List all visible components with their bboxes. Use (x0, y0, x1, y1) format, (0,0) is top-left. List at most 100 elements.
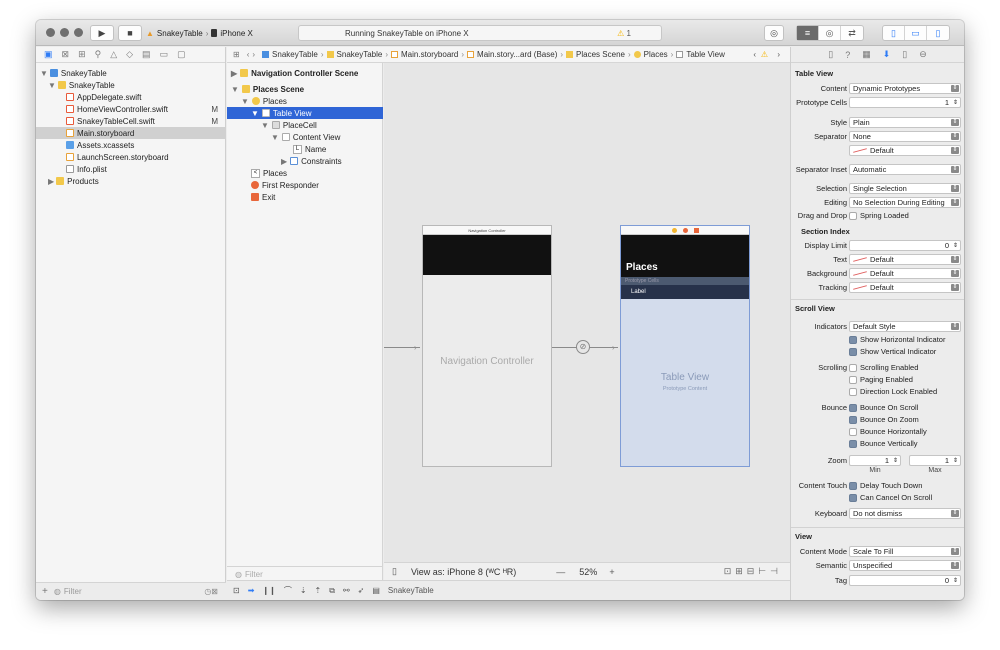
segue-icon[interactable]: ⊘ (576, 340, 590, 354)
location-icon[interactable]: ➶ (358, 586, 365, 595)
breakpoints-icon[interactable]: ➡ (248, 586, 255, 595)
scrolling-enabled-checkbox[interactable]: Scrolling Enabled (849, 362, 918, 373)
warning-icon[interactable]: △ (110, 49, 117, 60)
layout-icons[interactable]: ⊡⊞⊟⊢⊣ (724, 566, 782, 577)
breadcrumb-item[interactable]: Main.story...ard (Base) (477, 50, 557, 59)
panel-toggle-control[interactable]: ▯ ▭ ▯ (882, 25, 950, 41)
bounce-on-zoom-checkbox[interactable]: Bounce On Zoom (849, 414, 919, 425)
list-item[interactable]: ▼ SnakeyTable (36, 67, 226, 79)
editing-popup[interactable]: No Selection During Editing ⇕ (849, 197, 961, 208)
content-mode-popup[interactable]: Scale To Fill ⇕ (849, 546, 961, 557)
recent-files-icon[interactable]: ◷⊠ (204, 587, 218, 596)
warning-icon[interactable]: ⚠ (761, 50, 768, 59)
list-item[interactable]: Info.plist (36, 163, 226, 175)
debug-area-toggle-icon[interactable]: ⊡ (233, 586, 240, 595)
navigation-controller-scene[interactable]: Navigation Controller Navigation Control… (422, 225, 552, 467)
direction-lock-checkbox[interactable]: Direction Lock Enabled (849, 386, 937, 397)
add-icon[interactable]: + (42, 586, 48, 597)
delay-touch-checkbox[interactable]: Delay Touch Down (849, 480, 922, 491)
memory-graph-icon[interactable]: ⚯ (343, 586, 350, 595)
step-into-icon[interactable]: ⇣ (300, 586, 307, 595)
outline-item[interactable]: ▼ Places (227, 95, 383, 107)
step-over-icon[interactable]: ⌒ (284, 585, 292, 596)
zoom-in-button[interactable]: + (609, 567, 614, 577)
forward-icon[interactable]: › (777, 50, 780, 59)
breakpoint-icon[interactable]: ▭ (160, 49, 169, 60)
indicators-popup[interactable]: Default Style ⇕ (849, 321, 961, 332)
navigator-toggle-icon[interactable]: ▯ (883, 26, 905, 40)
view-as-button[interactable]: View as: iPhone 8 (ᵂC ᴴR) (411, 567, 516, 577)
list-item[interactable]: LaunchScreen.storyboard (36, 151, 226, 163)
pause-icon[interactable]: ❙❙ (262, 586, 275, 595)
list-item[interactable]: ▶ Products (36, 175, 226, 187)
selection-popup[interactable]: Single Selection ⇕ (849, 183, 961, 194)
test-icon[interactable]: ◇ (126, 49, 133, 60)
paging-enabled-checkbox[interactable]: Paging Enabled (849, 374, 913, 385)
editor-mode-control[interactable]: ≡ ◎ ⇄ (796, 25, 864, 41)
folder-icon[interactable]: ▣ (44, 49, 53, 60)
help-icon[interactable]: ? (845, 50, 850, 60)
show-vertical-checkbox[interactable]: Show Vertical Indicator (849, 346, 936, 357)
connections-inspector-icon[interactable]: ⊖ (919, 49, 927, 60)
list-item-selected[interactable]: Main.storyboard (36, 127, 226, 139)
breadcrumb-item[interactable]: Places Scene (576, 50, 625, 59)
separator-inset-popup[interactable]: Automatic ⇕ (849, 164, 961, 175)
style-popup[interactable]: Plain ⇕ (849, 117, 961, 128)
first-responder-icon[interactable] (682, 227, 688, 233)
cancel-on-scroll-checkbox[interactable]: Can Cancel On Scroll (849, 492, 932, 503)
list-item[interactable]: Assets.xcassets (36, 139, 226, 151)
related-items-icon[interactable]: ⊞ (233, 50, 240, 59)
outline-item[interactable]: ▼ Content View (227, 131, 383, 143)
prototype-cell[interactable]: Label (621, 285, 749, 299)
library-button[interactable]: ◎ (764, 25, 784, 41)
show-horizontal-checkbox[interactable]: Show Horizontal Indicator (849, 334, 945, 345)
run-button[interactable]: ▶ (90, 25, 114, 41)
zoom-min-stepper[interactable]: 1 ⇕ (849, 455, 901, 466)
bounce-horizontally-checkbox[interactable]: Bounce Horizontally (849, 426, 927, 437)
debug-icon[interactable]: ▤ (142, 49, 151, 60)
breadcrumb-item[interactable]: Main.storyboard (401, 50, 458, 59)
attributes-inspector-icon[interactable]: ⬇ (883, 49, 891, 60)
outline-item-selected[interactable]: ▼ Table View (227, 107, 383, 119)
debug-area-toggle-icon[interactable]: ▭ (905, 26, 927, 40)
tag-stepper[interactable]: 0 ⇕ (849, 575, 961, 586)
view-debugger-icon[interactable]: ⧉ (329, 586, 335, 596)
source-control-icon[interactable]: ⊠ (62, 49, 70, 60)
minimize-window-button[interactable] (60, 28, 69, 37)
back-icon[interactable]: ‹ (753, 50, 756, 59)
version-editor-icon[interactable]: ⇄ (841, 26, 863, 40)
outline-item[interactable]: ▼ Places Scene (227, 83, 383, 95)
symbol-icon[interactable]: ⊞ (78, 49, 86, 60)
keyboard-popup[interactable]: Do not dismiss ⇕ (849, 508, 961, 519)
bounce-on-scroll-checkbox[interactable]: Bounce On Scroll (849, 402, 918, 413)
list-item[interactable]: SnakeyTableCell.swift M (36, 115, 226, 127)
step-out-icon[interactable]: ⇡ (315, 586, 322, 595)
stop-button[interactable]: ■ (118, 25, 142, 41)
breadcrumb-item[interactable]: SnakeyTable (337, 50, 383, 59)
warning-indicator[interactable]: ⚠ 1 (617, 29, 631, 38)
zoom-out-button[interactable]: — (556, 567, 565, 577)
exit-icon[interactable] (693, 227, 699, 233)
size-inspector-icon[interactable]: ▯ (902, 49, 907, 60)
zoom-max-stepper[interactable]: 1 ⇕ (909, 455, 961, 466)
index-text-color-popup[interactable]: Default ⇕ (849, 254, 961, 265)
outline-toggle-icon[interactable]: ▯ (392, 566, 397, 577)
back-icon[interactable]: ‹ (247, 50, 250, 59)
standard-editor-icon[interactable]: ≡ (797, 26, 819, 40)
outline-item[interactable]: L Name (227, 143, 383, 155)
assistant-editor-icon[interactable]: ◎ (819, 26, 841, 40)
outline-item[interactable]: Exit (227, 191, 383, 203)
places-scene[interactable]: Places Prototype Cells Label Table View … (620, 225, 750, 467)
zoom-window-button[interactable] (74, 28, 83, 37)
close-window-button[interactable] (46, 28, 55, 37)
separator-color-popup[interactable]: Default ⇕ (849, 145, 961, 156)
outline-item[interactable]: ▶ Navigation Controller Scene (227, 67, 383, 79)
outline-item[interactable]: First Responder (227, 179, 383, 191)
outline-item[interactable]: ▶ Constraints (227, 155, 383, 167)
display-limit-stepper[interactable]: 0 ⇕ (849, 240, 961, 251)
breadcrumb-item[interactable]: SnakeyTable (272, 50, 318, 59)
list-item[interactable]: ▼ SnakeyTable (36, 79, 226, 91)
semantic-popup[interactable]: Unspecified ⇕ (849, 560, 961, 571)
report-icon[interactable]: ▢ (177, 49, 186, 60)
outline-item[interactable]: < Places (227, 167, 383, 179)
